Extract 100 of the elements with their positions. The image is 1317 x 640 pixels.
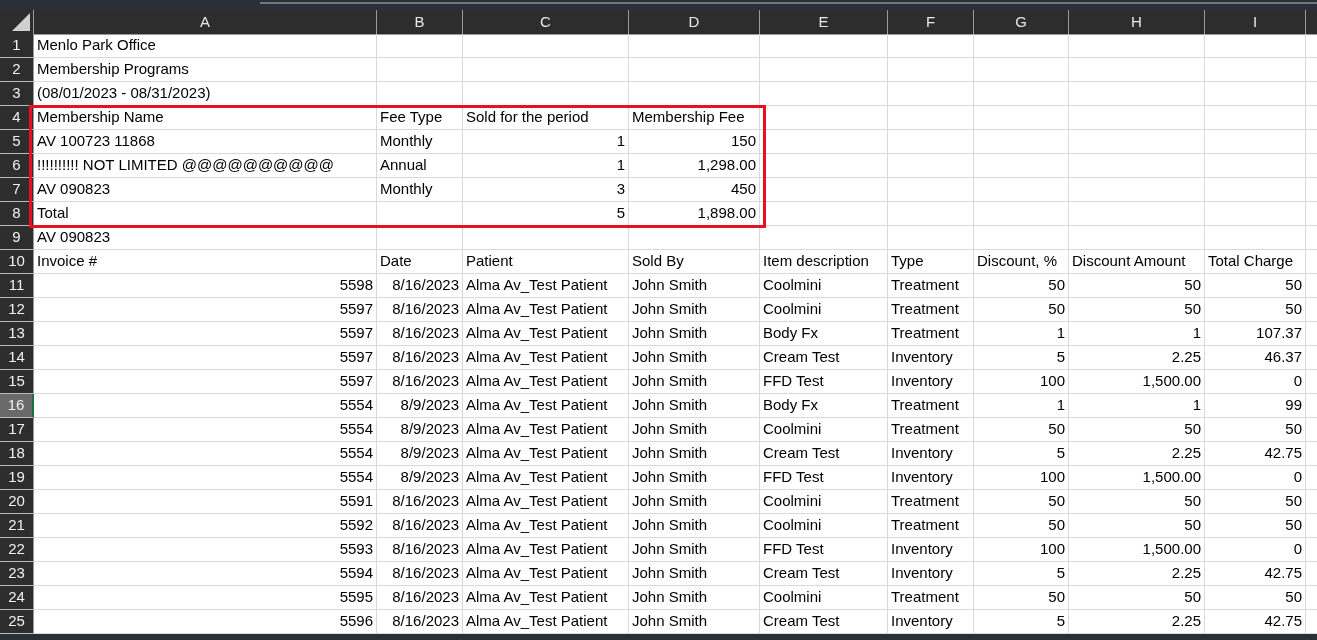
column-header[interactable]: D xyxy=(629,10,760,35)
table-cell[interactable]: Cream Test xyxy=(760,610,888,634)
empty-cell[interactable] xyxy=(1069,106,1205,130)
empty-cell[interactable] xyxy=(1205,34,1306,58)
table-cell[interactable]: 5591 xyxy=(34,490,377,514)
table-cell[interactable]: AV 090823 xyxy=(34,226,377,250)
empty-cell[interactable] xyxy=(974,58,1069,82)
table-cell[interactable]: 100 xyxy=(974,370,1069,394)
table-cell[interactable]: Coolmini xyxy=(760,418,888,442)
table-cell[interactable]: 50 xyxy=(1205,418,1306,442)
row-header[interactable]: 14 xyxy=(0,346,34,370)
empty-cell[interactable] xyxy=(377,226,463,250)
table-cell[interactable]: Cream Test xyxy=(760,346,888,370)
table-cell[interactable]: 8/16/2023 xyxy=(377,610,463,634)
table-cell[interactable]: Treatment xyxy=(888,274,974,298)
table-cell[interactable]: Annual xyxy=(377,154,463,178)
empty-cell[interactable] xyxy=(888,178,974,202)
empty-cell[interactable] xyxy=(1205,202,1306,226)
table-cell[interactable]: Coolmini xyxy=(760,298,888,322)
table-cell[interactable]: Total Charge xyxy=(1205,250,1306,274)
table-cell[interactable]: 8/16/2023 xyxy=(377,514,463,538)
table-cell[interactable]: 42.75 xyxy=(1205,610,1306,634)
table-cell[interactable]: 5554 xyxy=(34,466,377,490)
empty-cell[interactable] xyxy=(463,226,629,250)
empty-cell[interactable] xyxy=(974,226,1069,250)
table-cell[interactable]: 5 xyxy=(463,202,629,226)
table-cell[interactable]: 5554 xyxy=(34,418,377,442)
table-cell[interactable]: John Smith xyxy=(629,538,760,562)
row-header[interactable]: 10 xyxy=(0,250,34,274)
empty-cell[interactable] xyxy=(760,154,888,178)
empty-cell[interactable] xyxy=(629,34,760,58)
table-cell[interactable]: Alma Av_Test Patient xyxy=(463,274,629,298)
table-cell[interactable]: Menlo Park Office xyxy=(34,34,377,58)
table-cell[interactable]: 8/16/2023 xyxy=(377,346,463,370)
empty-cell[interactable] xyxy=(1069,178,1205,202)
empty-cell[interactable] xyxy=(1069,130,1205,154)
table-cell[interactable]: 50 xyxy=(1069,586,1205,610)
table-cell[interactable]: 5598 xyxy=(34,274,377,298)
empty-cell[interactable] xyxy=(760,34,888,58)
table-cell[interactable]: 5 xyxy=(974,442,1069,466)
table-cell[interactable]: 8/9/2023 xyxy=(377,466,463,490)
empty-cell[interactable] xyxy=(463,58,629,82)
table-cell[interactable]: 8/16/2023 xyxy=(377,586,463,610)
column-header[interactable]: B xyxy=(377,10,463,35)
table-cell[interactable]: Inventory xyxy=(888,562,974,586)
table-cell[interactable]: 50 xyxy=(974,298,1069,322)
column-header[interactable]: C xyxy=(463,10,629,35)
row-header[interactable]: 5 xyxy=(0,130,34,154)
column-header[interactable]: I xyxy=(1205,10,1306,35)
table-cell[interactable]: 50 xyxy=(974,418,1069,442)
table-cell[interactable]: Patient xyxy=(463,250,629,274)
table-cell[interactable]: Alma Av_Test Patient xyxy=(463,394,629,418)
table-cell[interactable]: !!!!!!!!!! NOT LIMITED @@@@@@@@@@ xyxy=(34,154,377,178)
row-header[interactable]: 21 xyxy=(0,514,34,538)
table-cell[interactable]: John Smith xyxy=(629,274,760,298)
row-header[interactable]: 9 xyxy=(0,226,34,250)
table-cell[interactable]: 0 xyxy=(1205,466,1306,490)
empty-cell[interactable] xyxy=(888,226,974,250)
table-cell[interactable]: 5594 xyxy=(34,562,377,586)
table-cell[interactable]: 5597 xyxy=(34,322,377,346)
table-cell[interactable]: Membership Fee xyxy=(629,106,760,130)
empty-cell[interactable] xyxy=(1069,226,1205,250)
row-header[interactable]: 16 xyxy=(0,394,34,418)
column-header[interactable]: F xyxy=(888,10,974,35)
empty-cell[interactable] xyxy=(974,34,1069,58)
table-cell[interactable]: 1 xyxy=(974,322,1069,346)
table-cell[interactable]: John Smith xyxy=(629,610,760,634)
table-cell[interactable]: 5595 xyxy=(34,586,377,610)
table-cell[interactable]: Coolmini xyxy=(760,586,888,610)
empty-cell[interactable] xyxy=(1205,106,1306,130)
empty-cell[interactable] xyxy=(1205,130,1306,154)
table-cell[interactable]: 50 xyxy=(974,514,1069,538)
table-cell[interactable]: Sold for the period xyxy=(463,106,629,130)
table-cell[interactable]: 5 xyxy=(974,346,1069,370)
table-cell[interactable]: 50 xyxy=(1069,418,1205,442)
empty-cell[interactable] xyxy=(974,106,1069,130)
row-header[interactable]: 17 xyxy=(0,418,34,442)
table-cell[interactable]: 1,500.00 xyxy=(1069,370,1205,394)
table-cell[interactable]: 5597 xyxy=(34,370,377,394)
table-cell[interactable]: Fee Type xyxy=(377,106,463,130)
column-header[interactable]: G xyxy=(974,10,1069,35)
table-cell[interactable]: Inventory xyxy=(888,442,974,466)
table-cell[interactable]: Type xyxy=(888,250,974,274)
table-cell[interactable]: Membership Programs xyxy=(34,58,377,82)
empty-cell[interactable] xyxy=(888,130,974,154)
row-header[interactable]: 19 xyxy=(0,466,34,490)
row-header[interactable]: 18 xyxy=(0,442,34,466)
table-cell[interactable]: Treatment xyxy=(888,418,974,442)
table-cell[interactable]: 50 xyxy=(1205,586,1306,610)
table-cell[interactable]: 3 xyxy=(463,178,629,202)
table-cell[interactable]: Treatment xyxy=(888,322,974,346)
table-cell[interactable]: Coolmini xyxy=(760,274,888,298)
table-cell[interactable]: FFD Test xyxy=(760,370,888,394)
table-cell[interactable]: 5592 xyxy=(34,514,377,538)
table-cell[interactable]: Alma Av_Test Patient xyxy=(463,370,629,394)
row-header[interactable]: 6 xyxy=(0,154,34,178)
table-cell[interactable]: Alma Av_Test Patient xyxy=(463,610,629,634)
row-header[interactable]: 25 xyxy=(0,610,34,634)
empty-cell[interactable] xyxy=(463,34,629,58)
empty-cell[interactable] xyxy=(974,154,1069,178)
